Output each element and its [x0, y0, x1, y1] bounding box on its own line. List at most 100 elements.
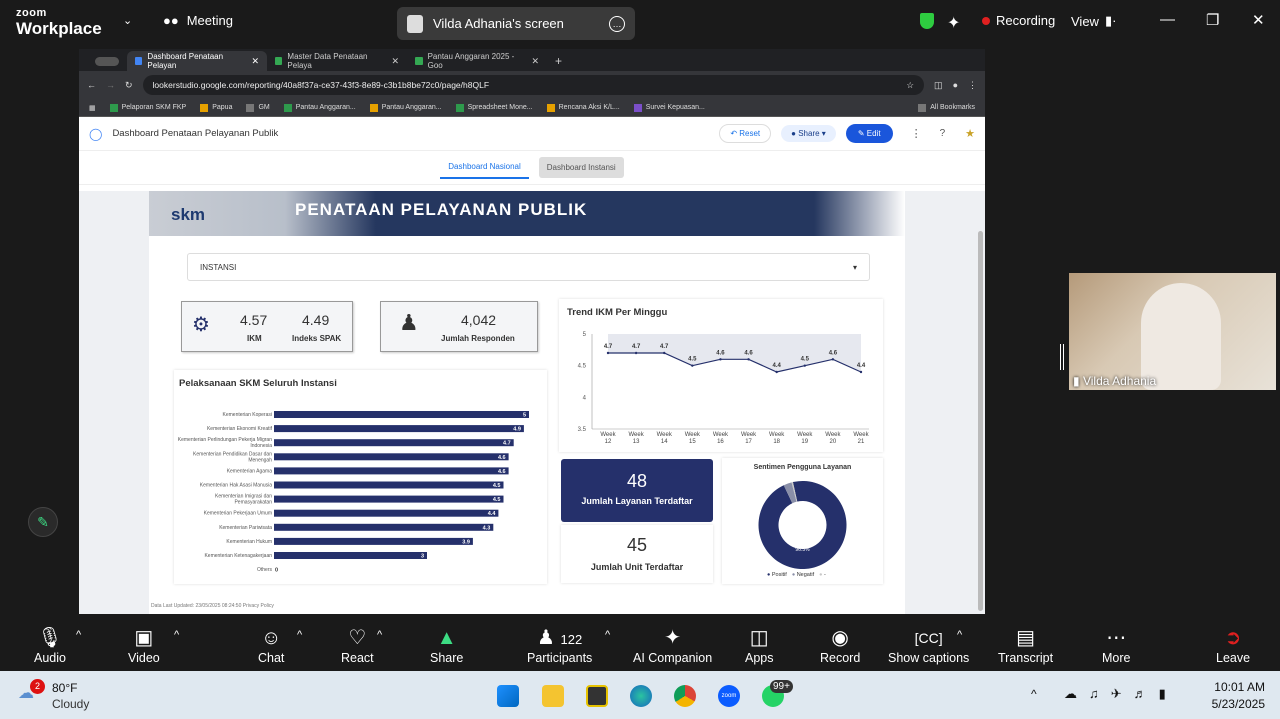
browser-tab-master-data[interactable]: Master Data Penataan Pelaya ✕	[267, 51, 407, 71]
x-tick-label: 20	[830, 439, 837, 445]
screen-share-pill[interactable]: Vilda Adhania's screen …	[397, 7, 635, 40]
file-explorer-icon[interactable]	[542, 685, 564, 707]
clock-date[interactable]: 5/23/2025	[1205, 697, 1265, 711]
report-canvas: skm PENATAAN PELAYANAN PUBLIK INSTANSI ▾…	[79, 191, 985, 614]
tab-close-icon[interactable]: ✕	[391, 56, 399, 67]
leave-button[interactable]: ➲ Leave	[1216, 625, 1250, 665]
minimize-icon[interactable]: —	[1160, 11, 1175, 28]
url-input[interactable]: lookerstudio.google.com/reporting/40a8f3…	[142, 75, 925, 95]
meeting-menu[interactable]: ●● Meeting	[163, 13, 233, 28]
browser-tab-pantau[interactable]: Pantau Anggaran 2025 - Goo ✕	[407, 51, 547, 71]
tab-dashboard-instansi[interactable]: Dashboard Instansi	[538, 157, 624, 178]
react-options-icon[interactable]: ^	[377, 629, 382, 641]
react-button[interactable]: ♡ React	[341, 625, 374, 665]
restore-icon[interactable]: ❐	[1206, 11, 1219, 29]
share-button[interactable]: ● Share ▾	[781, 125, 836, 142]
chevron-down-icon[interactable]: ⌄	[123, 14, 132, 27]
windows-start-icon[interactable]	[497, 685, 519, 707]
bar	[274, 481, 504, 489]
bookmark-item[interactable]: Survei Kepuasan...	[633, 103, 705, 112]
presenter-avatar-icon	[407, 14, 423, 33]
record-button[interactable]: ◉ Record	[820, 625, 860, 665]
layanan-card: 48 Jumlah Layanan Terdaftar	[561, 459, 713, 522]
bar-category-label: Kementerian Ekonomi Kreatif	[207, 426, 273, 432]
bookmark-item[interactable]: Pantau Anggaran...	[369, 103, 442, 112]
clock-time[interactable]: 10:01 AM	[1205, 680, 1265, 694]
participants-button[interactable]: ♟ 122 Participants	[527, 625, 592, 665]
bookmark-item[interactable]: Rencana Aksi K/L...	[546, 103, 620, 112]
x-tick-label: Week	[853, 432, 869, 438]
captions-options-icon[interactable]: ^	[957, 629, 962, 641]
apps-grid-icon[interactable]: ▦	[89, 104, 96, 112]
page-scrollbar[interactable]	[978, 231, 983, 611]
tray-expand-icon[interactable]: ^	[1031, 687, 1037, 701]
bookmark-item[interactable]: GM	[246, 103, 270, 112]
view-menu[interactable]: View ▮·	[1071, 13, 1116, 29]
sticky-app-icon[interactable]	[586, 685, 608, 707]
chat-options-icon[interactable]: ^	[297, 629, 302, 641]
security-shield-icon[interactable]	[920, 13, 934, 29]
tab-group-icon[interactable]	[87, 51, 127, 71]
trend-line-chart: 54.543.54.7Week124.7Week134.7Week144.5We…	[578, 332, 870, 445]
browser-menu-icon[interactable]: ⋮	[968, 80, 977, 91]
looker-favicon-icon	[135, 57, 143, 65]
bar	[274, 439, 514, 447]
bar	[274, 453, 509, 461]
bookmark-item[interactable]: Pelaporan SKM FKP	[109, 103, 186, 112]
participant-video[interactable]: ▮ Vilda Adhania	[1069, 273, 1276, 390]
weather-temp[interactable]: 80°F	[52, 681, 77, 695]
panel-resize-handle[interactable]	[1060, 344, 1064, 370]
apps-button[interactable]: ◫ Apps	[745, 625, 774, 665]
more-button[interactable]: ⋯ More	[1102, 625, 1130, 665]
bookmark-item[interactable]: Pantau Anggaran...	[283, 103, 356, 112]
y-tick-label: 4.5	[578, 364, 587, 370]
system-tray-icons[interactable]: ☁♫✈♬▮	[1064, 686, 1178, 702]
extensions-icon[interactable]: ◫	[934, 80, 943, 91]
screen-label: Vilda Adhania's screen	[433, 16, 564, 31]
report-title: Dashboard Penataan Pelayanan Publik	[112, 128, 279, 139]
ai-sparkle-icon[interactable]: ✦	[947, 13, 960, 33]
profile-icon[interactable]: ●	[953, 80, 958, 90]
browser-tab-dashboard[interactable]: Dashboard Penataan Pelayan ✕	[127, 51, 267, 71]
more-menu-icon[interactable]: ⋮	[911, 127, 922, 140]
url-text: lookerstudio.google.com/reporting/40a8f3…	[152, 80, 490, 90]
tab-dashboard-nasional[interactable]: Dashboard Nasional	[440, 156, 529, 179]
apps-icon: ◫	[749, 627, 769, 649]
close-icon[interactable]: ✕	[1252, 11, 1265, 29]
recording-indicator[interactable]: Recording	[982, 13, 1055, 28]
share-screen-button[interactable]: ▲ Share	[430, 625, 463, 665]
annotate-pen-icon[interactable]: ✎	[28, 507, 58, 537]
edit-button[interactable]: ✎ Edit	[845, 124, 893, 143]
weather-condition[interactable]: Cloudy	[52, 697, 89, 711]
tab-close-icon[interactable]: ✕	[251, 56, 259, 67]
participants-options-icon[interactable]: ^	[605, 629, 610, 641]
chat-button[interactable]: ☺ Chat	[258, 625, 284, 665]
zoom-app-icon[interactable]: zoom	[718, 685, 740, 707]
reload-icon[interactable]: ↻	[125, 80, 133, 91]
all-bookmarks[interactable]: All Bookmarks	[918, 103, 975, 112]
chrome-browser-icon[interactable]	[674, 685, 696, 707]
back-icon[interactable]: ←	[87, 80, 96, 90]
instansi-dropdown[interactable]: INSTANSI ▾	[187, 253, 870, 281]
reset-button[interactable]: ↶ Reset	[719, 124, 772, 143]
edge-browser-icon[interactable]	[630, 685, 652, 707]
ai-companion-button[interactable]: ✦ AI Companion	[633, 625, 712, 665]
video-button[interactable]: ▣ Video	[128, 625, 160, 665]
video-options-icon[interactable]: ^	[174, 629, 179, 641]
trend-point	[747, 358, 750, 361]
x-tick-label: 18	[773, 439, 780, 445]
help-icon[interactable]: ?	[940, 128, 946, 139]
transcript-button[interactable]: ▤ Transcript	[998, 625, 1053, 665]
trend-data-label: 4.7	[632, 344, 641, 350]
audio-button[interactable]: 🎙 Audio	[34, 625, 66, 665]
more-options-icon[interactable]: …	[609, 15, 625, 32]
bookmark-item[interactable]: Spreadsheet Mone...	[455, 103, 533, 112]
forward-icon[interactable]: →	[106, 80, 115, 90]
bookmark-star-icon[interactable]: ☆	[906, 80, 914, 91]
x-tick-label: Week	[825, 432, 841, 438]
new-tab-icon[interactable]: +	[547, 51, 577, 71]
audio-options-icon[interactable]: ^	[76, 629, 81, 641]
bookmark-item[interactable]: Papua	[200, 103, 232, 112]
skm-bar-chart: Kementerian Koperasi 5 Kementerian Ekonomi…	[178, 411, 529, 574]
tab-close-icon[interactable]: ✕	[531, 56, 539, 67]
